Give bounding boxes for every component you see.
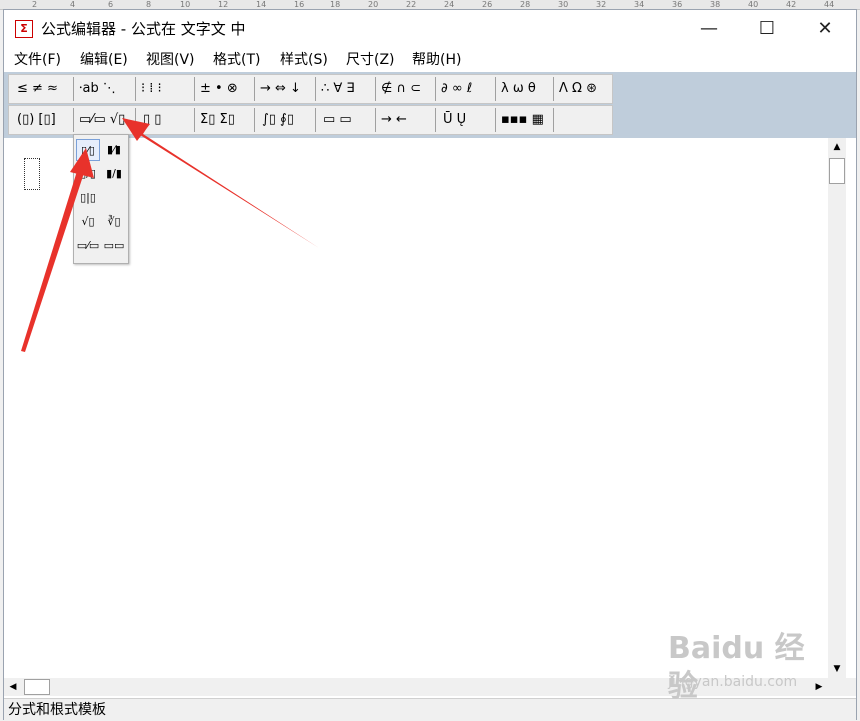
- annotation-arrow-left: [21, 168, 85, 352]
- annotation-arrows: [21, 118, 319, 352]
- annotation-arrow-right: [131, 126, 319, 248]
- annotation-arrow-left-head: [70, 148, 94, 178]
